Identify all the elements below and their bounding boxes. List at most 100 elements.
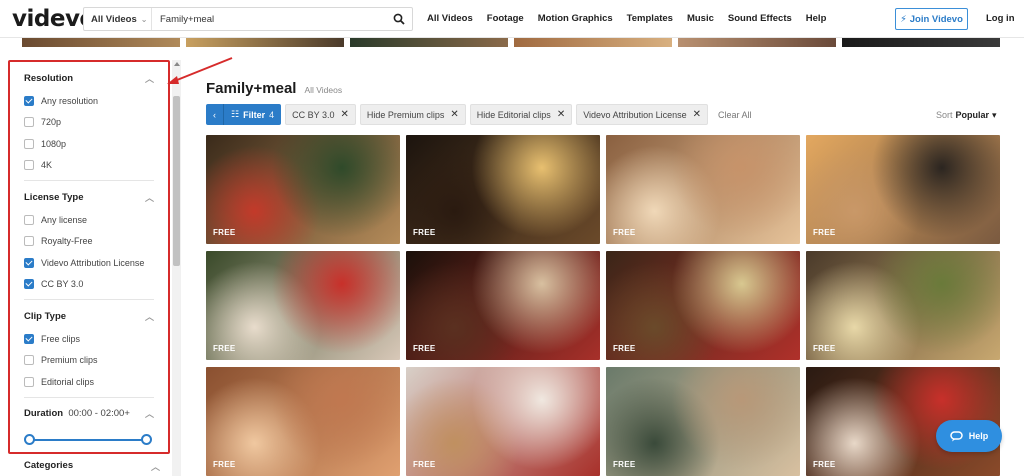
clear-all-link[interactable]: Clear All <box>718 110 752 120</box>
close-icon[interactable]: ✕ <box>340 109 348 120</box>
option-1080p[interactable]: 1080p <box>24 133 154 155</box>
active-filters-row: ‹ ☷ Filter 4 CC BY 3.0 ✕ Hide Premium cli… <box>206 104 752 125</box>
license-title: License Type <box>24 191 84 203</box>
filter-sidebar: Resolution ︿ Any resolution 720p 1080p 4… <box>8 60 170 454</box>
option-royalty-free[interactable]: Royalty-Free <box>24 231 154 253</box>
option-label: CC BY 3.0 <box>41 279 84 290</box>
clip-type-title: Clip Type <box>24 310 67 322</box>
checkbox[interactable] <box>24 138 34 149</box>
categories-title: Categories <box>24 460 74 471</box>
free-badge: FREE <box>413 228 436 237</box>
video-thumbnail[interactable]: FREE <box>406 251 600 360</box>
checkbox-checked[interactable] <box>24 257 34 268</box>
license-header[interactable]: License Type ︿ <box>24 185 154 209</box>
page-title: Family+meal <box>206 80 297 97</box>
nav-sound-effects[interactable]: Sound Effects <box>728 13 792 24</box>
duration-slider[interactable] <box>24 430 154 450</box>
checkbox-checked[interactable] <box>24 333 34 344</box>
option-free-clips[interactable]: Free clips <box>24 328 154 350</box>
slider-track <box>28 438 150 441</box>
chevron-up-icon[interactable]: ︿ <box>145 72 154 85</box>
video-thumbnail[interactable]: FREE <box>206 135 400 244</box>
filter-button[interactable]: ☷ Filter 4 <box>224 104 282 125</box>
video-thumbnail[interactable]: FREE <box>206 367 400 476</box>
video-thumbnail[interactable]: FREE <box>606 135 800 244</box>
join-videvo-button[interactable]: ⚡ Join Videvo <box>895 8 968 30</box>
video-thumbnail[interactable]: FREE <box>806 251 1000 360</box>
checkbox-checked[interactable] <box>24 95 34 106</box>
checkbox[interactable] <box>24 117 34 128</box>
video-thumbnail[interactable]: FREE <box>606 251 800 360</box>
slider-min-handle[interactable] <box>24 433 35 445</box>
chip-hide-premium[interactable]: Hide Premium clips ✕ <box>359 104 466 125</box>
help-button[interactable]: Help <box>936 420 1002 452</box>
chip-cc-by[interactable]: CC BY 3.0 ✕ <box>285 104 356 125</box>
search-category-label: All Videos <box>91 13 137 25</box>
option-label: Any resolution <box>41 95 99 106</box>
duration-header[interactable]: Duration 00:00 - 02:00+ ︿ <box>24 402 154 426</box>
option-label: 4K <box>41 160 53 171</box>
video-thumbnail[interactable]: FREE <box>406 135 600 244</box>
search-category-dropdown[interactable]: All Videos ⌄ <box>84 8 152 30</box>
search-bar: All Videos ⌄ Family+meal <box>83 7 413 31</box>
clip-type-section: Clip Type ︿ Free clips Premium clips Edi… <box>10 304 168 398</box>
duration-title: Duration <box>24 408 64 419</box>
chevron-down-icon: ⌄ <box>140 14 148 24</box>
divider <box>24 180 154 181</box>
free-badge: FREE <box>413 344 436 353</box>
checkbox-checked[interactable] <box>24 279 34 290</box>
free-badge: FREE <box>213 344 236 353</box>
chip-hide-editorial[interactable]: Hide Editorial clips ✕ <box>469 104 573 125</box>
video-thumbnail[interactable]: FREE <box>806 135 1000 244</box>
option-label: Editorial clips <box>41 376 95 387</box>
nav-all-videos[interactable]: All Videos <box>427 13 473 24</box>
option-4k[interactable]: 4K <box>24 155 154 177</box>
chevron-up-icon[interactable]: ︿ <box>145 191 154 204</box>
close-icon[interactable]: ✕ <box>557 109 565 120</box>
option-label: Videvo Attribution License <box>41 257 145 268</box>
checkbox[interactable] <box>24 376 34 387</box>
checkbox[interactable] <box>24 160 34 171</box>
checkbox[interactable] <box>24 355 34 366</box>
nav-music[interactable]: Music <box>687 13 714 24</box>
resolution-header[interactable]: Resolution ︿ <box>24 66 154 90</box>
option-premium-clips[interactable]: Premium clips <box>24 350 154 372</box>
option-cc-by[interactable]: CC BY 3.0 <box>24 274 154 296</box>
free-badge: FREE <box>813 228 836 237</box>
search-icon[interactable] <box>386 13 412 25</box>
sidebar-scrollbar[interactable] <box>172 60 181 476</box>
scrollbar-thumb[interactable] <box>173 96 180 266</box>
clip-type-header[interactable]: Clip Type ︿ <box>24 304 154 328</box>
option-any-license[interactable]: Any license <box>24 209 154 231</box>
option-label: Free clips <box>41 333 81 344</box>
video-thumbnail[interactable]: FREE <box>406 367 600 476</box>
nav-motion-graphics[interactable]: Motion Graphics <box>538 13 613 24</box>
option-videvo-attribution[interactable]: Videvo Attribution License <box>24 252 154 274</box>
filter-toggle-button[interactable]: ‹ ☷ Filter 4 <box>206 104 282 125</box>
free-badge: FREE <box>813 460 836 469</box>
video-thumbnail[interactable]: FREE <box>206 251 400 360</box>
chevron-left-icon[interactable]: ‹ <box>206 104 224 125</box>
chip-videvo-attribution[interactable]: Videvo Attribution License ✕ <box>576 104 708 125</box>
scrolled-thumbnail-strip <box>0 38 1024 47</box>
nav-footage[interactable]: Footage <box>487 13 524 24</box>
categories-header[interactable]: Categories ︿ <box>24 460 160 473</box>
chevron-up-icon[interactable]: ︿ <box>145 310 154 323</box>
chevron-up-icon[interactable]: ︿ <box>151 460 160 473</box>
checkbox[interactable] <box>24 214 34 225</box>
video-thumbnail[interactable]: FREE <box>606 367 800 476</box>
close-icon[interactable]: ✕ <box>450 109 458 120</box>
chevron-up-icon[interactable]: ︿ <box>145 407 154 420</box>
search-input[interactable]: Family+meal <box>152 14 386 25</box>
checkbox[interactable] <box>24 236 34 247</box>
close-icon[interactable]: ✕ <box>693 109 701 120</box>
sliders-icon: ☷ <box>231 109 240 119</box>
slider-max-handle[interactable] <box>141 433 152 445</box>
login-link[interactable]: Log in <box>986 13 1015 24</box>
option-editorial-clips[interactable]: Editorial clips <box>24 371 154 393</box>
nav-help[interactable]: Help <box>806 13 827 24</box>
nav-templates[interactable]: Templates <box>627 13 673 24</box>
option-any-resolution[interactable]: Any resolution <box>24 90 154 112</box>
option-720p[interactable]: 720p <box>24 112 154 134</box>
sort-dropdown[interactable]: Sort Popular ▾ <box>936 110 997 121</box>
